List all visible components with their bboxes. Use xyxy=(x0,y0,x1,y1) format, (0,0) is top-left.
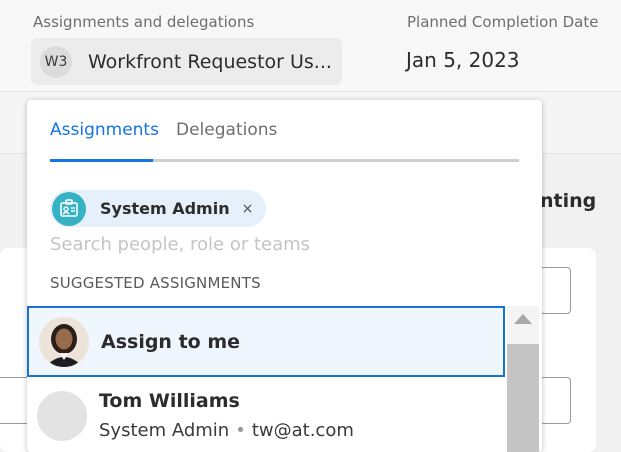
option-details: System Admin • tw@at.com xyxy=(99,420,354,441)
option-name: Tom Williams xyxy=(99,390,240,412)
background-input-2[interactable] xyxy=(540,377,571,424)
popover-tabs: Assignments Delegations xyxy=(50,100,519,162)
section-heading: nting xyxy=(540,190,597,212)
scroll-thumb[interactable] xyxy=(507,344,539,452)
option-name: Assign to me xyxy=(101,330,241,353)
assignee-avatar: W3 xyxy=(40,45,72,78)
role-badge-icon xyxy=(52,191,86,226)
user-option-tom-williams[interactable]: Tom Williams System Admin • tw@at.com xyxy=(27,379,505,452)
user-avatar-placeholder xyxy=(37,390,87,441)
option-email: tw@at.com xyxy=(251,420,354,441)
scroll-up-arrow-icon[interactable] xyxy=(514,314,532,324)
suggestions-list: Assign to me Tom Williams System Admin • t… xyxy=(27,306,505,452)
assignee-button[interactable]: W3 Workfront Requestor Us... xyxy=(31,38,342,85)
active-tab-indicator xyxy=(50,159,153,162)
option-role: System Admin xyxy=(99,420,230,441)
background-input-1[interactable] xyxy=(540,267,571,314)
assignment-popover: Assignments Delegations System Admin × S… xyxy=(27,100,542,452)
task-header: Assignments and delegations W3 Workfront… xyxy=(0,0,621,92)
tab-assignments[interactable]: Assignments xyxy=(50,120,159,140)
user-photo-avatar xyxy=(39,316,89,367)
assignments-label: Assignments and delegations xyxy=(33,13,255,31)
chip-label: System Admin xyxy=(100,199,230,218)
assignee-name: Workfront Requestor Us... xyxy=(88,50,332,73)
separator-dot: • xyxy=(235,420,246,441)
search-input[interactable] xyxy=(50,230,510,258)
selected-role-chip: System Admin × xyxy=(50,190,266,227)
assign-to-me-option[interactable]: Assign to me xyxy=(27,306,505,377)
completion-date-value[interactable]: Jan 5, 2023 xyxy=(406,48,520,72)
list-scrollbar[interactable] xyxy=(507,306,539,452)
completion-date-label: Planned Completion Date xyxy=(407,13,599,31)
chip-remove-button[interactable]: × xyxy=(242,201,254,217)
suggested-assignments-heading: SUGGESTED ASSIGNMENTS xyxy=(50,274,261,292)
tab-delegations[interactable]: Delegations xyxy=(176,120,277,140)
background-input-3[interactable] xyxy=(0,377,30,424)
